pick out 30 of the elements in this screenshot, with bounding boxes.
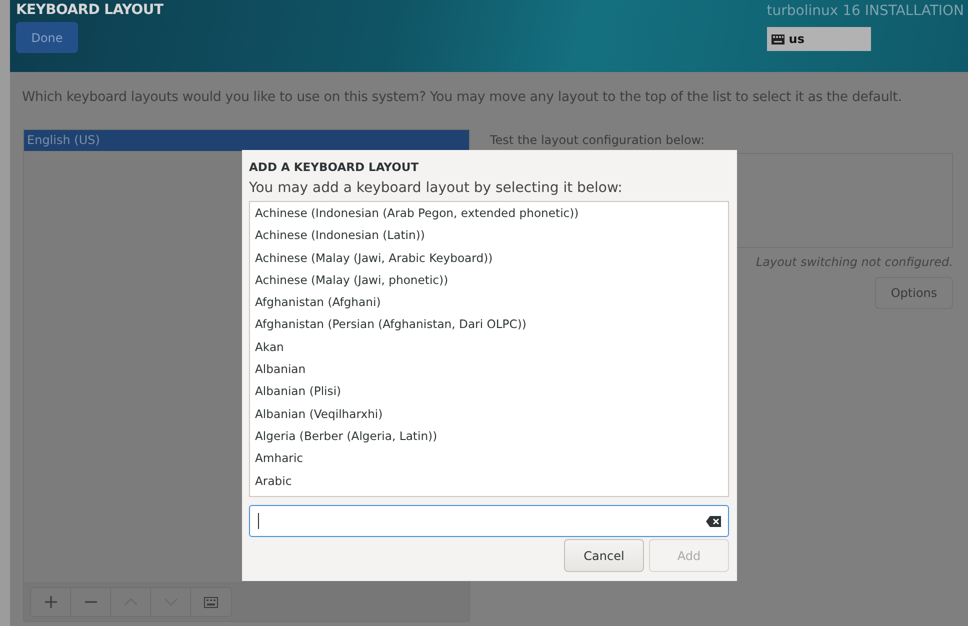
layout-option[interactable]: Albanian (Plisi) bbox=[250, 380, 728, 403]
search-field[interactable] bbox=[249, 505, 729, 537]
layout-option[interactable]: Algeria (Berber (Algeria, Latin)) bbox=[250, 424, 728, 448]
keyboard-icon bbox=[770, 34, 785, 44]
keyboard-icon bbox=[204, 596, 218, 608]
add-layout-button[interactable] bbox=[31, 588, 71, 616]
layout-option[interactable]: Achinese (Malay (Jawi, phonetic)) bbox=[250, 268, 728, 292]
layout-option[interactable]: Amharic bbox=[250, 447, 728, 470]
remove-layout-button[interactable] bbox=[71, 588, 111, 616]
layout-option[interactable]: Achinese (Indonesian (Latin)) bbox=[250, 224, 728, 247]
keyboard-indicator[interactable]: us bbox=[766, 27, 871, 51]
cancel-button[interactable]: Cancel bbox=[564, 539, 644, 572]
layout-option[interactable]: Akan bbox=[250, 336, 728, 358]
clear-icon[interactable] bbox=[706, 516, 721, 526]
page-title: KEYBOARD LAYOUT bbox=[16, 2, 164, 18]
test-layout-label: Test the layout configuration below: bbox=[490, 133, 704, 147]
product-title: turbolinux 16 INSTALLATION bbox=[766, 3, 964, 19]
layout-option[interactable]: Achinese (Indonesian (Arab Pegon, extended phonetic)) bbox=[250, 202, 728, 224]
layout-option[interactable]: Albanian bbox=[250, 358, 728, 380]
layout-option[interactable]: Arabic bbox=[250, 470, 728, 492]
layout-option[interactable]: Afghanistan (Afghani) bbox=[250, 291, 728, 314]
preview-layout-button[interactable] bbox=[191, 588, 231, 616]
switching-note: Layout switching not configured. bbox=[756, 255, 953, 269]
layout-option[interactable]: Albanian (Veqilharxhi) bbox=[250, 402, 728, 425]
dialog-subtitle: You may add a keyboard layout by selecting it below: bbox=[249, 180, 624, 196]
instruction-text: Which keyboard layouts would you like to use on this system? You may move any layout to the top of the list to select it as the default. bbox=[22, 90, 903, 105]
layout-option[interactable]: Achinese (Malay (Jawi, Arabic Keyboard)) bbox=[250, 246, 728, 269]
dialog-title: ADD A KEYBOARD LAYOUT bbox=[249, 160, 420, 174]
plus-icon bbox=[44, 595, 58, 609]
layout-option[interactable]: Afghanistan (Persian (Afghanistan, Dari OLPC)) bbox=[250, 313, 728, 336]
